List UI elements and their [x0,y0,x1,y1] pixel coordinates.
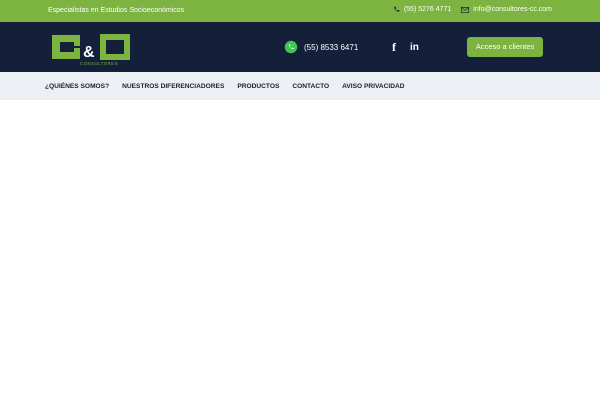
main-nav: ¿QUIÉNES SOMOS? NUESTROS DIFERENCIADORES… [0,72,600,100]
nav-item-quienes-somos[interactable]: ¿QUIÉNES SOMOS? [45,83,109,90]
top-phone[interactable]: (55) 5276 4771 [393,6,451,13]
header: & CONSULTORES (55) 8533 6471 f in Acceso… [0,22,600,72]
top-email-text: info@consultores-cc.com [473,6,552,13]
social-links: f in [392,40,419,55]
page-content [0,100,600,400]
linkedin-icon[interactable]: in [410,42,419,53]
facebook-icon[interactable]: f [392,40,396,55]
tagline: Especialistas en Estudios Socioeconómico… [48,7,185,14]
envelope-icon [461,6,470,13]
top-bar: Especialistas en Estudios Socioeconómico… [0,0,600,22]
nav-item-productos[interactable]: PRODUCTOS [237,83,279,90]
whatsapp-contact[interactable]: (55) 8533 6471 [284,40,358,54]
whatsapp-icon [284,40,298,54]
phone-icon [394,6,400,12]
top-contact: (55) 5276 4771 info@consultores-cc.com [393,6,552,13]
company-logo[interactable]: & CONSULTORES [50,32,132,67]
nav-item-diferenciadores[interactable]: NUESTROS DIFERENCIADORES [122,83,224,90]
whatsapp-phone: (55) 8533 6471 [304,42,359,52]
logo-subtext: CONSULTORES [80,61,118,66]
top-phone-text: (55) 5276 4771 [403,6,452,13]
client-access-button[interactable]: Acceso a clientes [467,37,543,57]
nav-item-aviso-privacidad[interactable]: AVISO PRIVACIDAD [342,83,404,90]
nav-item-contacto[interactable]: CONTACTO [292,83,329,90]
top-email[interactable]: info@consultores-cc.com [461,6,552,13]
logo-ampersand: & [83,44,95,61]
